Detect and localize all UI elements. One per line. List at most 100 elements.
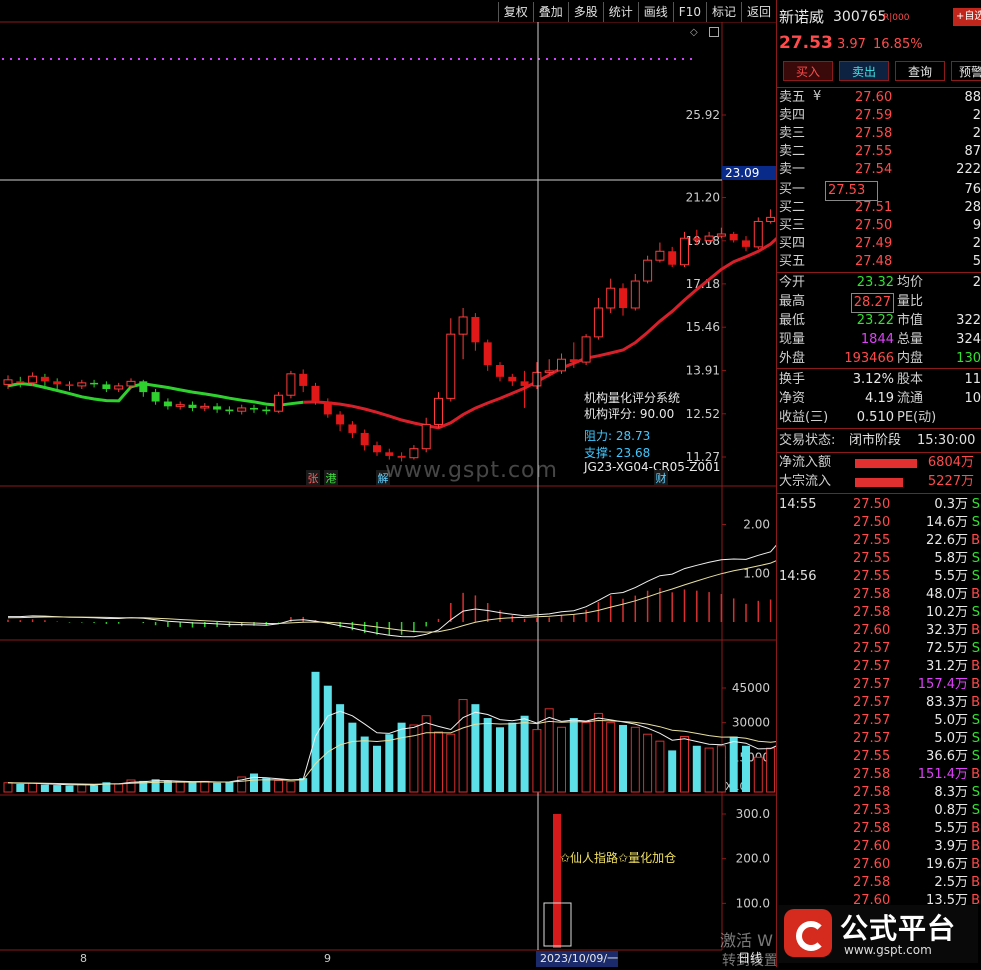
buy-level[interactable]: 买三 27.50 9 (777, 217, 981, 235)
level-label: 买四 (779, 236, 806, 251)
level-price: 27.60 (855, 90, 893, 105)
tick-price: 27.58 (853, 785, 891, 800)
event-marker: 财 (656, 471, 667, 485)
buy-level[interactable]: 买一 27.53 76 (777, 181, 981, 201)
tick-row: 27.60 3.9万 B (777, 838, 981, 856)
level-volume: 87 (964, 144, 981, 159)
candle-body-up (458, 316, 468, 335)
toolbar-button[interactable]: 复权 (497, 2, 533, 22)
price-axis-label: 13.91 (686, 364, 720, 378)
stat-value: 3.12% (852, 372, 894, 387)
level-price: 27.50 (855, 218, 893, 233)
toolbar-button[interactable]: 画线 (637, 2, 673, 22)
candle (471, 313, 480, 351)
level-label: 卖一 (779, 162, 806, 177)
candle (753, 217, 763, 250)
sell-level[interactable]: 卖五 27.60 88 (777, 89, 981, 107)
tick-row: 27.57 5.0万 S (777, 712, 981, 730)
stat-value-2: 2 (972, 275, 981, 290)
sell-level[interactable]: 卖三 27.58 2 (777, 125, 981, 143)
toolbar-button[interactable]: 多股 (567, 2, 603, 22)
limit-dot (82, 58, 84, 60)
candle-body-down (262, 409, 271, 412)
candle (348, 421, 357, 439)
flow-label: 净流入额 (779, 455, 832, 470)
level-label: 卖二 (779, 144, 806, 159)
vol-bar-down (225, 781, 234, 792)
alert-button[interactable]: 预警 (951, 61, 981, 81)
trade-status-time: 15:30:00 (917, 433, 976, 448)
stock-name: 新诺威 (779, 8, 825, 26)
sell-level[interactable]: 卖四 27.59 2 (777, 107, 981, 125)
level-price: 27.49 (855, 236, 893, 251)
buy-level[interactable]: 买二 27.51 28 (777, 199, 981, 217)
candle-body-up (544, 370, 554, 373)
price-axis-label: 25.92 (686, 108, 720, 122)
candle (188, 401, 197, 412)
toolbar-button[interactable]: 标记 (705, 2, 741, 22)
tick-side: B (971, 821, 980, 836)
level-price: 27.51 (855, 200, 893, 215)
vol-bar-up (77, 784, 87, 793)
level-label: 卖三 (779, 126, 806, 141)
sell-button[interactable]: 卖出 (839, 61, 889, 81)
candle (729, 231, 738, 243)
limit-dot (466, 58, 468, 60)
candle (532, 362, 542, 389)
candle-body-down (299, 373, 308, 386)
sell-level[interactable]: 卖二 27.55 87 (777, 143, 981, 161)
vol-bar-up (716, 745, 726, 793)
separator (777, 87, 981, 88)
vol-bar-down (213, 782, 222, 792)
date-label: 2023/10/09/一 (540, 952, 618, 965)
vol-axis-label: 45000 (732, 681, 770, 695)
vol-bar-up (753, 756, 763, 793)
tick-price: 27.57 (853, 659, 891, 674)
separator (777, 368, 981, 369)
toolbar-button[interactable]: 统计 (602, 2, 638, 22)
limit-dot (34, 58, 36, 60)
window-toggle-icon[interactable] (709, 27, 719, 37)
tick-row: 14:56 27.55 5.5万 S (777, 568, 981, 586)
tick-volume: 14.6万 (926, 515, 968, 530)
limit-dot (122, 58, 124, 60)
buy-button[interactable]: 买入 (783, 61, 833, 81)
limit-dot (226, 58, 228, 60)
ind-axis-label: 200.0 (736, 852, 770, 866)
limit-dot (298, 58, 300, 60)
buy-level[interactable]: 买五 27.48 5 (777, 253, 981, 271)
price-axis-label: 19.08 (686, 234, 720, 248)
limit-dot (530, 58, 532, 60)
tick-row: 27.55 36.6万 S (777, 748, 981, 766)
vol-bar-up (606, 722, 616, 793)
toolbar-button[interactable]: F10 (672, 2, 706, 22)
tick-side: S (971, 713, 980, 728)
vol-bar-down (471, 704, 480, 792)
sell-level[interactable]: 卖一 27.54 222 (777, 161, 981, 179)
toolbar-button[interactable]: 返回 (740, 2, 776, 22)
tick-price: 27.55 (853, 551, 891, 566)
toolbar-button[interactable]: 叠加 (532, 2, 568, 22)
buy-level[interactable]: 买四 27.49 2 (777, 235, 981, 253)
vol-bar-down (16, 783, 25, 792)
stat-value-2: 10 (964, 391, 981, 406)
vol-bar-down (188, 782, 197, 792)
limit-dot (250, 58, 252, 60)
add-favorite-button[interactable]: +自选 (953, 8, 981, 26)
query-button[interactable]: 查询 (895, 61, 945, 81)
tick-price: 27.58 (853, 821, 891, 836)
limit-dot (266, 58, 268, 60)
vol-bar-up (593, 712, 603, 793)
limit-dot (178, 58, 180, 60)
kline-chart-area[interactable]: 25.9221.2019.0817.1815.4613.9112.5211.27… (0, 0, 776, 967)
info-title: 机构量化评分系统 (584, 390, 680, 405)
stat-value-2: 11 (964, 372, 981, 387)
stat-row: 最高 28.27 量比 (777, 293, 981, 313)
candle (630, 273, 640, 311)
candle-body-down (151, 392, 160, 402)
tick-side: B (971, 587, 980, 602)
limit-dot (106, 58, 108, 60)
diamond-icon[interactable]: ◇ (690, 27, 698, 38)
candle (643, 255, 653, 284)
tick-volume: 8.3万 (934, 785, 968, 800)
